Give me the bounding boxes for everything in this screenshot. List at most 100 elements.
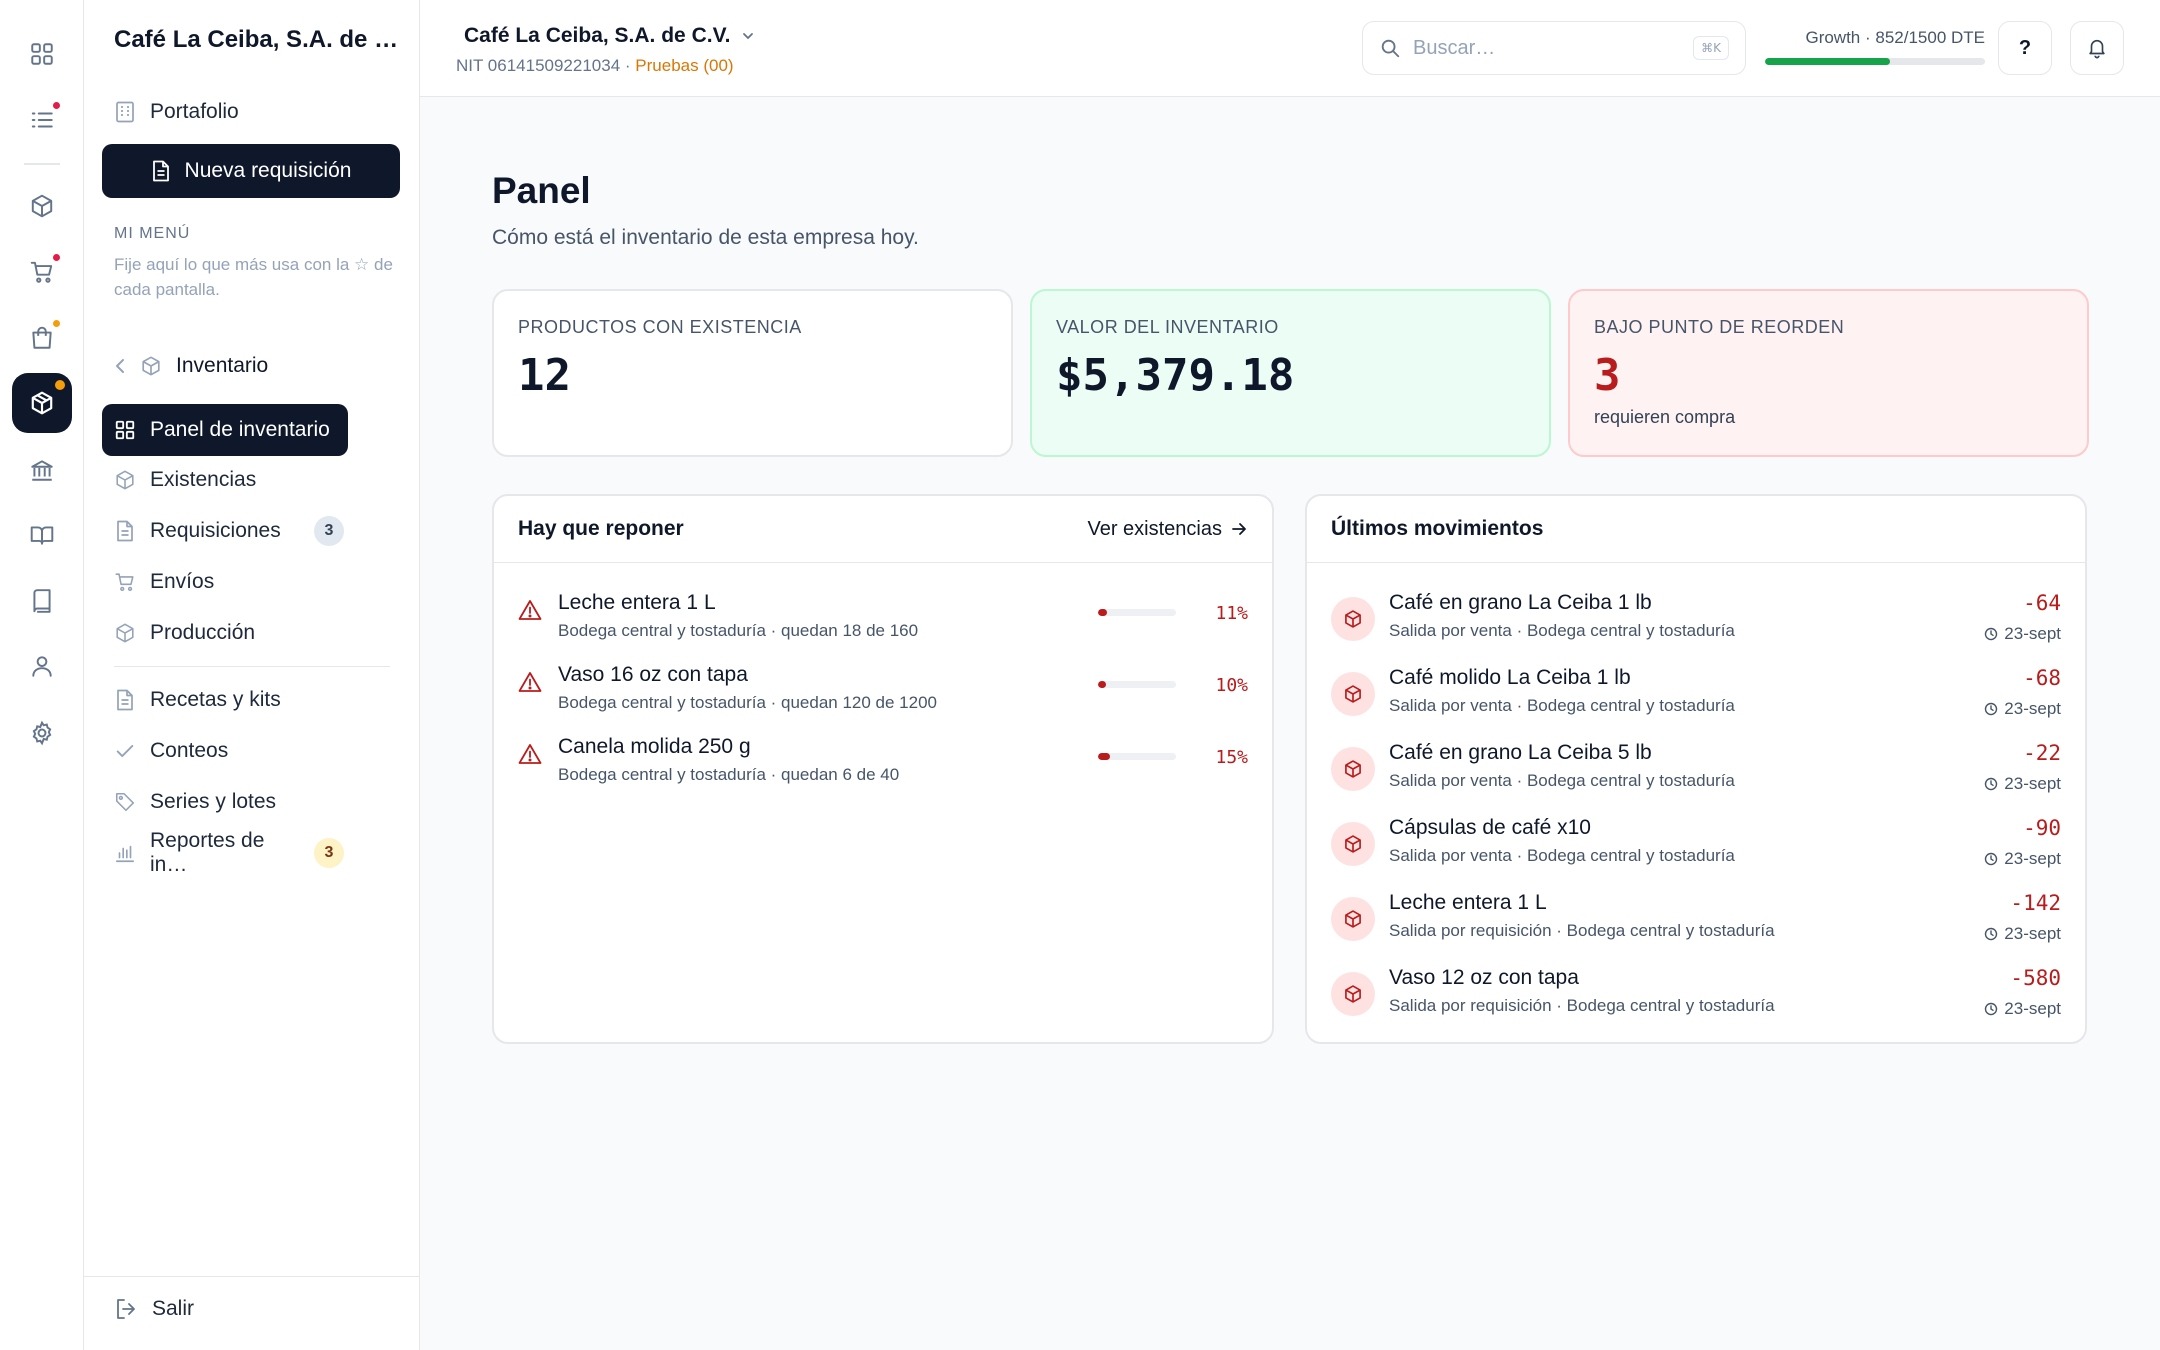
sidebar-item-reports[interactable]: Reportes de in… 3 [102, 827, 362, 879]
panel-title: Últimos movimientos [1331, 517, 1544, 540]
movement-quantity: -22 [2023, 741, 2061, 765]
sidebar-item-stock[interactable]: Existencias [102, 454, 362, 506]
notifications-button[interactable] [2070, 21, 2124, 75]
sidebar-item-requisitions[interactable]: Requisiciones 3 [102, 505, 362, 557]
kpi-label: BAJO PUNTO DE REORDEN [1594, 317, 1845, 337]
user-icon[interactable] [12, 636, 72, 696]
movement-quantity: -142 [2010, 891, 2061, 915]
movement-product: Cápsulas de café x10 [1389, 816, 1591, 839]
sidebar-item-shipments[interactable]: Envíos [102, 556, 362, 608]
sidebar-company-name[interactable]: Café La Ceiba, S.A. de … [114, 26, 398, 54]
movement-row[interactable]: Café en grano La Ceiba 1 lb Salida por ve… [1331, 591, 2061, 653]
product-meta: Bodega central y tostaduría · quedan 120… [558, 693, 938, 712]
product-name: Canela molida 250 g [558, 735, 751, 758]
movement-row[interactable]: Café en grano La Ceiba 5 lb Salida por ve… [1331, 741, 2061, 803]
search-input[interactable] [1413, 36, 1682, 60]
movement-quantity: -90 [2023, 816, 2061, 840]
help-button[interactable]: ? [1998, 21, 2052, 75]
movement-product: Café en grano La Ceiba 5 lb [1389, 741, 1652, 764]
bell-icon [2086, 37, 2108, 59]
sidebar-item-label: Portafolio [150, 100, 239, 123]
reorder-row[interactable]: Leche entera 1 L Bodega central y tostadu… [518, 591, 1248, 647]
stock-level-fill [1098, 609, 1107, 616]
sidebar: Café La Ceiba, S.A. de … Portafolio Nuev… [84, 0, 420, 1350]
plan-progress-fill [1765, 58, 1890, 65]
shortcut-hint: ⌘K [1693, 36, 1729, 60]
box-icon [1331, 897, 1375, 941]
sidebar-item-production[interactable]: Producción [102, 607, 362, 659]
sidebar-item-portfolio[interactable]: Portafolio [102, 86, 257, 138]
list-icon[interactable] [12, 90, 72, 150]
movement-date-text: 23-sept [2004, 999, 2061, 1018]
new-requisition-button[interactable]: Nueva requisición [102, 144, 400, 198]
movement-date-text: 23-sept [2004, 699, 2061, 718]
inventory-icon[interactable] [12, 373, 72, 433]
count-badge: 3 [314, 838, 344, 868]
kpi-value: 12 [518, 350, 571, 401]
gear-icon[interactable] [12, 703, 72, 763]
logout-button[interactable]: Salir [114, 1297, 194, 1321]
company-switcher[interactable]: Café La Ceiba, S.A. de C.V. [464, 24, 756, 48]
cube-icon [114, 622, 136, 644]
company-name: Café La Ceiba, S.A. de C.V. [464, 24, 731, 47]
top-header: Café La Ceiba, S.A. de C.V. NIT 06141509… [420, 0, 2160, 97]
book-icon[interactable] [12, 571, 72, 631]
sidebar-item-label: Envíos [150, 570, 215, 593]
document-icon [151, 160, 171, 182]
sidebar-item-label: Producción [150, 621, 256, 644]
sidebar-item-label: Series y lotes [150, 790, 277, 813]
movement-date-text: 23-sept [2004, 774, 2061, 793]
sidebar-footer: Salir [84, 1276, 420, 1350]
movement-date-text: 23-sept [2004, 849, 2061, 868]
movement-row[interactable]: Leche entera 1 L Salida por requisición ·… [1331, 891, 2061, 953]
count-badge: 3 [314, 516, 344, 546]
movement-row[interactable]: Vaso 12 oz con tapa Salida por requisició… [1331, 966, 2061, 1028]
warning-icon [518, 671, 542, 693]
cart-icon[interactable] [12, 242, 72, 302]
tag-icon [114, 791, 136, 813]
reorder-row[interactable]: Vaso 16 oz con tapa Bodega central y tost… [518, 663, 1248, 719]
stock-level-fill [1098, 753, 1110, 760]
kpi-below-reorder: BAJO PUNTO DE REORDEN 3 requieren compra [1568, 289, 2089, 457]
stock-level-bar [1098, 681, 1176, 688]
notification-dot [51, 252, 62, 263]
sidebar-item-counts[interactable]: Conteos [102, 725, 362, 777]
box-icon [1331, 597, 1375, 641]
logout-label: Salir [152, 1297, 195, 1320]
view-stock-label: Ver existencias [1087, 517, 1222, 540]
cube-icon[interactable] [12, 176, 72, 236]
bag-icon[interactable] [12, 308, 72, 368]
search-icon [1379, 37, 1401, 59]
reorder-row[interactable]: Canela molida 250 g Bodega central y tost… [518, 735, 1248, 791]
kpi-note: requieren compra [1594, 407, 1736, 427]
box-icon [1331, 972, 1375, 1016]
movement-row[interactable]: Café molido La Ceiba 1 lb Salida por vent… [1331, 666, 2061, 728]
movement-date: 23-sept [1984, 999, 2061, 1019]
movement-quantity: -68 [2023, 666, 2061, 690]
page-title: Panel [492, 170, 591, 211]
bank-icon[interactable] [12, 440, 72, 500]
book-open-icon[interactable] [12, 505, 72, 565]
stock-level-bar [1098, 753, 1176, 760]
inventory-back-link[interactable]: Inventario [114, 350, 268, 382]
movement-row[interactable]: Cápsulas de café x10 Salida por venta · B… [1331, 816, 2061, 878]
view-stock-link[interactable]: Ver existencias [1087, 518, 1248, 541]
check-icon [114, 740, 136, 762]
building-icon [114, 101, 136, 123]
sidebar-item-inventory-panel[interactable]: Panel de inventario [102, 404, 348, 456]
chevron-left-icon [114, 357, 126, 375]
clock-icon [1984, 1002, 1998, 1016]
cart-icon [114, 571, 136, 593]
stock-percent: 15% [1215, 747, 1248, 768]
sidebar-item-recipes[interactable]: Recetas y kits [102, 674, 362, 726]
product-name: Vaso 16 oz con tapa [558, 663, 748, 686]
inventory-section-label: Inventario [176, 354, 269, 377]
kpi-products-in-stock: PRODUCTOS CON EXISTENCIA 12 [492, 289, 1013, 457]
document-icon [114, 689, 136, 711]
panel-header: Hay que reponer Ver existencias [494, 496, 1272, 563]
grid-icon[interactable] [12, 24, 72, 84]
plan-progress-bar [1765, 58, 1985, 65]
product-meta: Bodega central y tostaduría · quedan 18 … [558, 621, 919, 640]
search-box[interactable]: ⌘K [1362, 21, 1746, 75]
sidebar-item-series-lots[interactable]: Series y lotes [102, 776, 362, 828]
